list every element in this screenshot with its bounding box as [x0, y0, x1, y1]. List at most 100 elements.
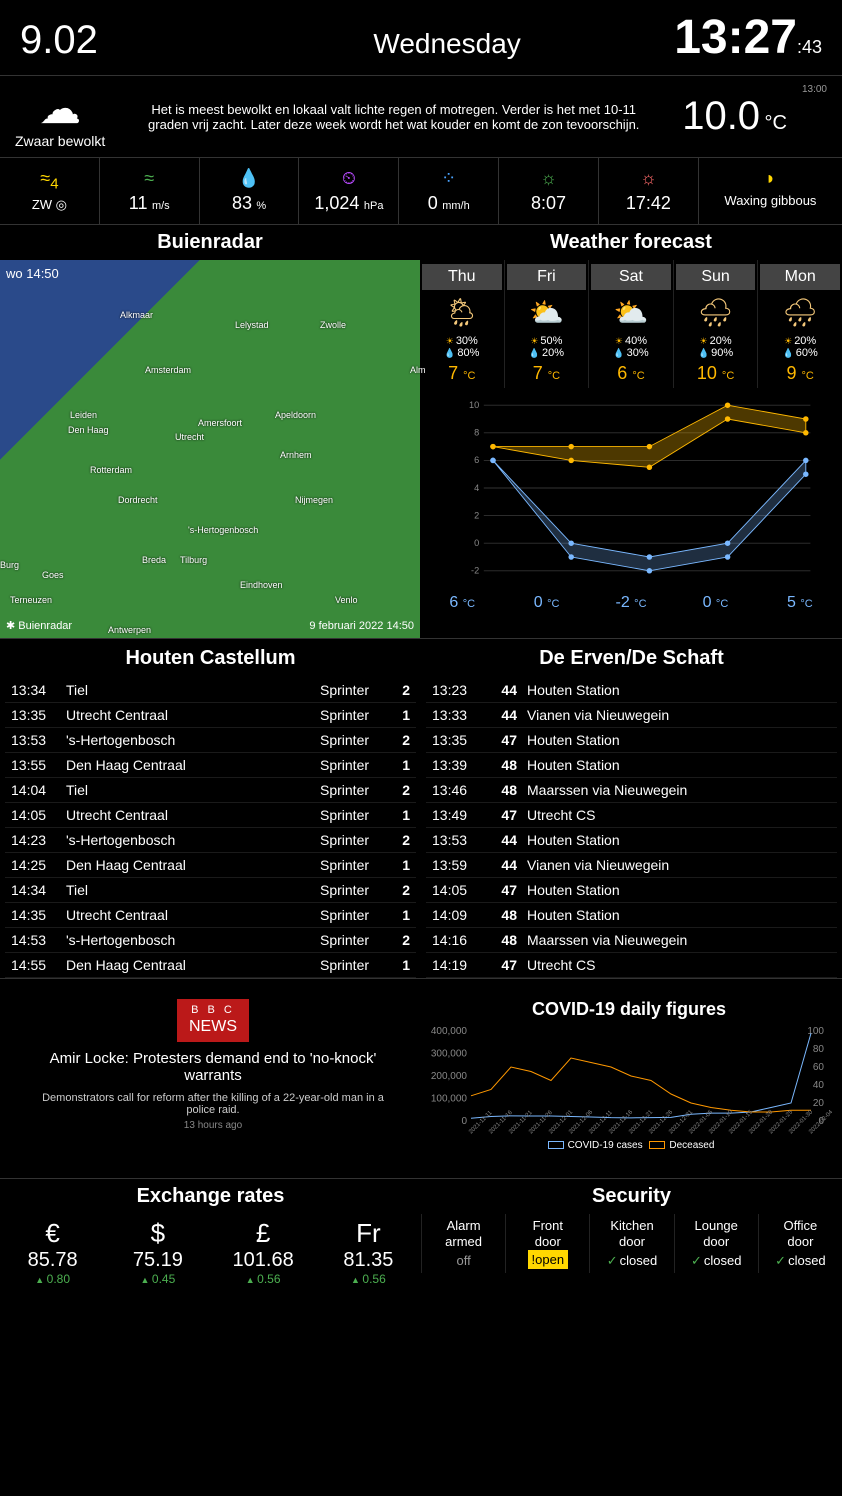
- covid-chart: 0100,000200,000300,000400,00002040608010…: [426, 1026, 832, 1136]
- train-row: 13:55Den Haag CentraalSprinter1: [5, 753, 416, 778]
- sunset-icon: ☼: [604, 168, 693, 189]
- svg-text:200,000: 200,000: [431, 1071, 468, 1082]
- weather-stats: ≈4 ZW ◎ ≈ 11 m/s 💧 83 % ⏲ 1,024 hPa ⁘ 0 …: [0, 158, 842, 225]
- radar-map[interactable]: wo 14:50 ✱ Buienradar 9 februari 2022 14…: [0, 260, 420, 638]
- security-item: Officedoorclosed: [758, 1214, 842, 1273]
- news-desc: Demonstrators call for reform after the …: [10, 1092, 416, 1116]
- svg-text:4: 4: [474, 483, 479, 493]
- rain-icon: ⁘: [404, 168, 493, 189]
- humidity-icon: 💧: [205, 168, 294, 189]
- svg-text:8: 8: [474, 428, 479, 438]
- stat-humidity: 💧 83 %: [200, 158, 300, 224]
- train-row: 13:34TielSprinter2: [5, 678, 416, 703]
- svg-text:100,000: 100,000: [431, 1094, 468, 1105]
- security-item: Frontdoor!open: [505, 1214, 589, 1273]
- stat-moon: ◗ Waxing gibbous: [699, 158, 842, 224]
- bus-row: 14:1648Maarssen via Nieuwegein: [426, 928, 837, 953]
- bbc-logo: B B C NEWS: [177, 999, 249, 1042]
- forecast-day: Fri ⛅ 50% 20% 7 °C: [505, 260, 590, 388]
- weather-icon: 🌧: [760, 290, 840, 335]
- news-time: 13 hours ago: [10, 1116, 416, 1131]
- bus-row: 14:0547Houten Station: [426, 878, 837, 903]
- svg-text:0: 0: [461, 1116, 467, 1127]
- wind-icon: ≈4: [5, 168, 94, 193]
- news-headline[interactable]: Amir Locke: Protesters demand end to 'no…: [10, 1042, 416, 1092]
- condition-label: Zwaar bewolkt: [15, 133, 105, 149]
- buses-col: De Erven/De Schaft 13:2344Houten Station…: [426, 639, 837, 978]
- train-row: 14:05Utrecht CentraalSprinter1: [5, 803, 416, 828]
- weather-text: Het is meest bewolkt en lokaal valt lich…: [120, 102, 667, 132]
- train-row: 14:34TielSprinter2: [5, 878, 416, 903]
- clock: 13:27:43: [674, 10, 822, 65]
- stat-pressure: ⏲ 1,024 hPa: [299, 158, 399, 224]
- stat-windspeed: ≈ 11 m/s: [100, 158, 200, 224]
- bus-row: 13:4947Utrecht CS: [426, 803, 837, 828]
- svg-text:0: 0: [474, 538, 479, 548]
- svg-text:40: 40: [813, 1080, 825, 1091]
- rate-item: £101.680.56: [211, 1214, 316, 1290]
- train-row: 13:35Utrecht CentraalSprinter1: [5, 703, 416, 728]
- stat-beaufort: ≈4 ZW ◎: [0, 158, 100, 224]
- news: B B C NEWS Amir Locke: Protesters demand…: [10, 999, 416, 1158]
- svg-text:300,000: 300,000: [431, 1049, 468, 1060]
- svg-text:6: 6: [474, 455, 479, 465]
- svg-text:400,000: 400,000: [431, 1026, 468, 1037]
- radar-forecast: Buienradar wo 14:50 ✱ Buienradar 9 febru…: [0, 225, 842, 639]
- temperature: 10.0 °C: [682, 94, 787, 139]
- compass-icon: ◎: [56, 197, 67, 212]
- bus-row: 13:5944Vianen via Nieuwegein: [426, 853, 837, 878]
- weather-icon: 🌧: [676, 290, 756, 335]
- bus-row: 13:5344Houten Station: [426, 828, 837, 853]
- bottom: Exchange rates €85.780.80$75.190.45£101.…: [0, 1179, 842, 1290]
- covid: COVID-19 daily figures 0100,000200,00030…: [426, 999, 832, 1158]
- train-row: 14:25Den Haag CentraalSprinter1: [5, 853, 416, 878]
- svg-text:80: 80: [813, 1044, 825, 1055]
- trains-col: Houten Castellum 13:34TielSprinter213:35…: [5, 639, 416, 978]
- svg-text:2: 2: [474, 510, 479, 520]
- forecast-day: Thu 🌦 30% 80% 7 °C: [420, 260, 505, 388]
- sunrise-icon: ☼: [504, 168, 593, 189]
- bus-row: 14:0948Houten Station: [426, 903, 837, 928]
- wind-icon: ≈: [105, 168, 194, 189]
- date: 9.02: [20, 18, 220, 63]
- weather-icon: ⛅: [591, 290, 671, 335]
- bus-row: 13:3344Vianen via Nieuwegein: [426, 703, 837, 728]
- security-item: Kitchendoorclosed: [589, 1214, 673, 1273]
- stat-sunrise: ☼ 8:07: [499, 158, 599, 224]
- security-item: Loungedoorclosed: [674, 1214, 758, 1273]
- forecast-day: Mon 🌧 20% 60% 9 °C: [758, 260, 842, 388]
- bus-row: 13:3948Houten Station: [426, 753, 837, 778]
- train-row: 14:35Utrecht CentraalSprinter1: [5, 903, 416, 928]
- bus-row: 14:1947Utrecht CS: [426, 953, 837, 978]
- radar-title: Buienradar: [0, 225, 420, 260]
- train-row: 14:53's-HertogenboschSprinter2: [5, 928, 416, 953]
- rate-item: €85.780.80: [0, 1214, 105, 1290]
- svg-text:60: 60: [813, 1062, 825, 1073]
- forecast-chart: -2 0 2 4 6 8 10: [420, 388, 842, 588]
- train-row: 14:23's-HertogenboschSprinter2: [5, 828, 416, 853]
- security: Security AlarmarmedoffFrontdoor!openKitc…: [421, 1179, 842, 1290]
- train-row: 14:04TielSprinter2: [5, 778, 416, 803]
- bus-row: 13:3547Houten Station: [426, 728, 837, 753]
- moon-icon: ◗: [704, 168, 837, 189]
- svg-text:-2: -2: [471, 566, 479, 576]
- stat-sunset: ☼ 17:42: [599, 158, 699, 224]
- weather-icon: ⛅: [507, 290, 587, 335]
- weekday: Wednesday: [220, 28, 674, 60]
- svg-text:10: 10: [469, 400, 479, 410]
- bus-row: 13:4648Maarssen via Nieuwegein: [426, 778, 837, 803]
- update-time: 13:00: [802, 84, 827, 95]
- pressure-icon: ⏲: [304, 168, 393, 189]
- transport: Houten Castellum 13:34TielSprinter213:35…: [0, 639, 842, 979]
- forecast-day: Sat ⛅ 40% 30% 6 °C: [589, 260, 674, 388]
- stat-rain: ⁘ 0 mm/h: [399, 158, 499, 224]
- cloud-icon: ☁: [15, 84, 105, 133]
- train-row: 13:53's-HertogenboschSprinter2: [5, 728, 416, 753]
- svg-text:20: 20: [813, 1098, 825, 1109]
- weather-summary: ☁ Zwaar bewolkt Het is meest bewolkt en …: [0, 76, 842, 158]
- forecast-title: Weather forecast: [420, 225, 842, 260]
- train-row: 14:55Den Haag CentraalSprinter1: [5, 953, 416, 978]
- rate-item: Fr81.350.56: [316, 1214, 421, 1290]
- rate-item: $75.190.45: [105, 1214, 210, 1290]
- security-item: Alarmarmedoff: [421, 1214, 505, 1273]
